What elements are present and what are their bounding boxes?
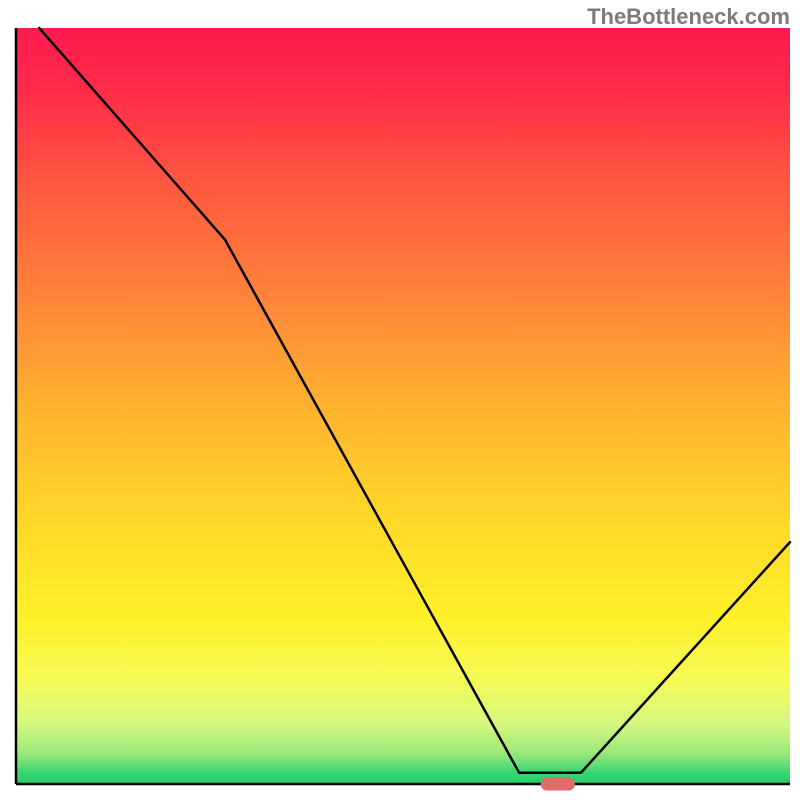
bottleneck-chart [0,0,800,800]
chart-container: TheBottleneck.com [0,0,800,800]
watermark-text: TheBottleneck.com [587,4,790,30]
optimum-marker [541,778,575,791]
